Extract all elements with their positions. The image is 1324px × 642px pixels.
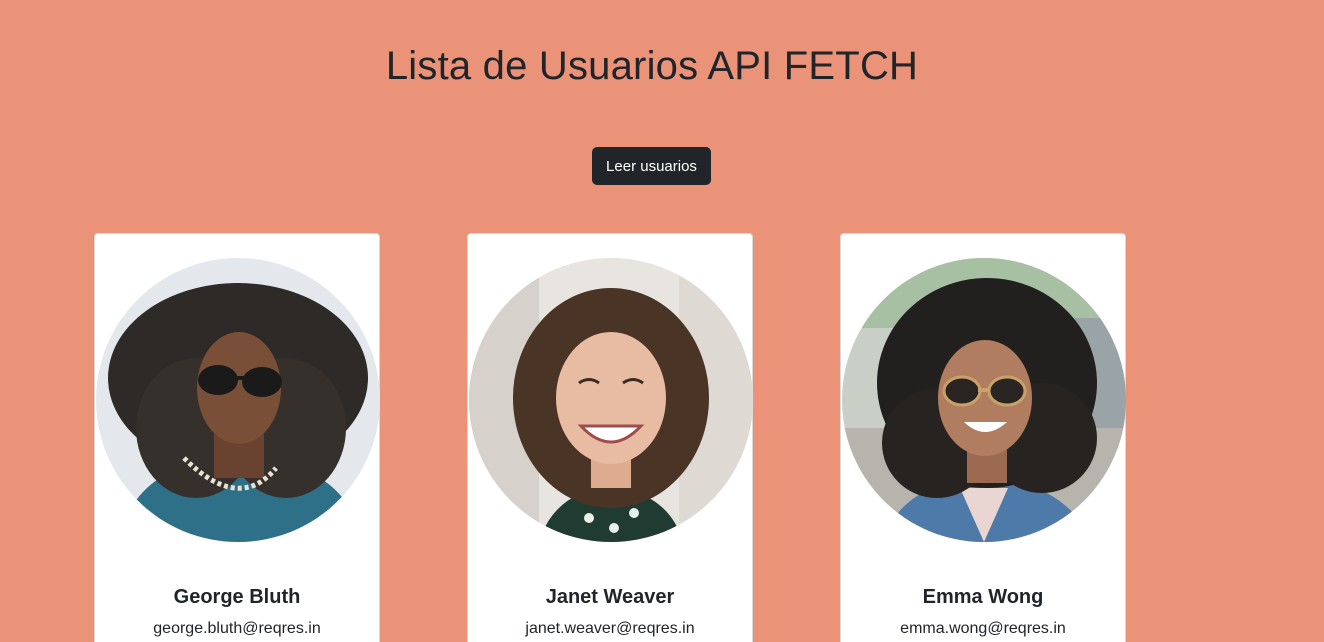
user-card: Janet Weaver janet.weaver@reqres.in bbox=[467, 233, 753, 642]
read-users-button[interactable]: Leer usuarios bbox=[592, 147, 711, 185]
user-avatar bbox=[842, 258, 1126, 542]
page-title: Lista de Usuarios API FETCH bbox=[385, 44, 919, 88]
page-container: Lista de Usuarios API FETCH Leer usuario… bbox=[0, 0, 1324, 642]
user-name: George Bluth bbox=[173, 586, 301, 608]
user-email: george.bluth@reqres.in bbox=[153, 620, 321, 637]
user-card: Emma Wong emma.wong@reqres.in bbox=[840, 233, 1126, 642]
user-avatar bbox=[469, 258, 753, 542]
user-card: George Bluth george.bluth@reqres.in bbox=[94, 233, 380, 642]
user-name: Emma Wong bbox=[922, 586, 1044, 608]
user-email: janet.weaver@reqres.in bbox=[525, 620, 695, 637]
user-avatar bbox=[96, 258, 380, 542]
user-email: emma.wong@reqres.in bbox=[900, 620, 1066, 637]
user-name: Janet Weaver bbox=[545, 586, 675, 608]
